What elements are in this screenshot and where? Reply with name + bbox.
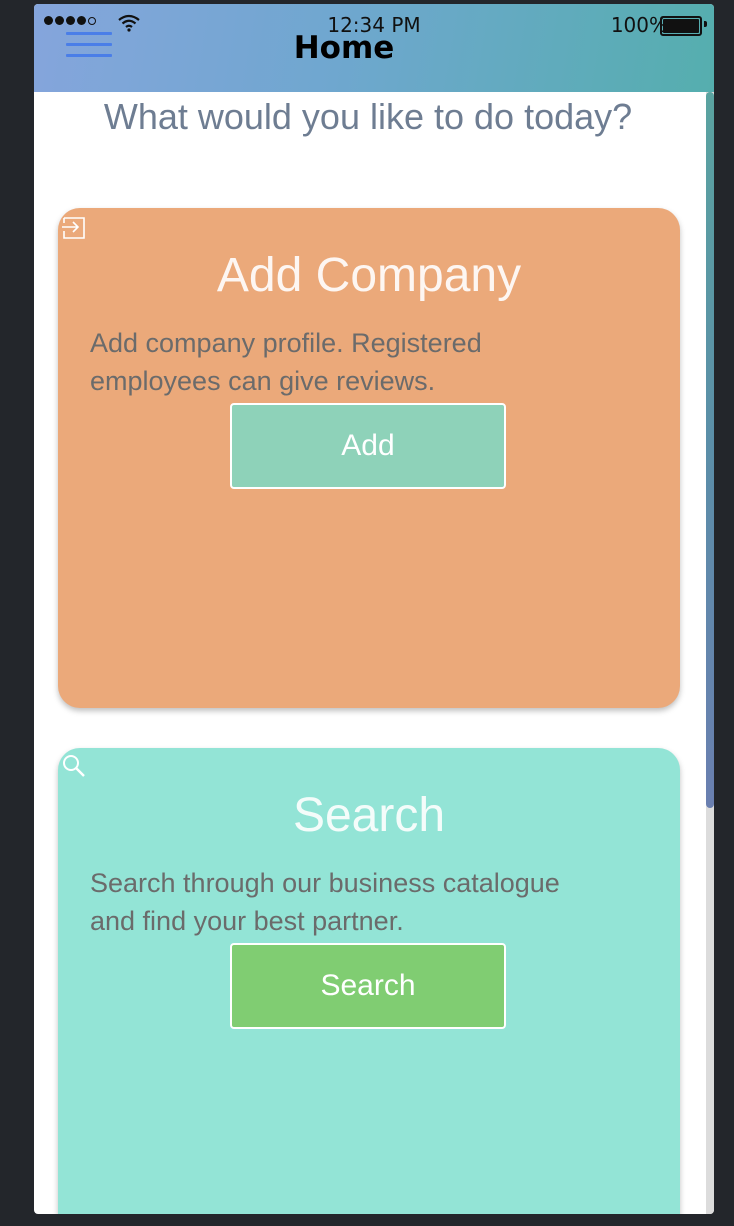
- search-button[interactable]: Search: [230, 943, 506, 1029]
- top-bar: 12:34 PM 100% Home: [34, 4, 714, 92]
- battery-nub: [704, 21, 707, 27]
- main-content[interactable]: What would you like to do today? Add Com…: [34, 92, 714, 1214]
- add-button[interactable]: Add: [230, 403, 506, 489]
- login-arrow-icon: [62, 217, 85, 239]
- page-title: Home: [293, 30, 395, 66]
- card-title: Add Company: [216, 249, 522, 302]
- prompt-heading: What would you like to do today?: [103, 96, 633, 137]
- phone-screen: 12:34 PM 100% Home What would you like t…: [34, 4, 714, 1214]
- add-company-card: Add Company Add company profile. Registe…: [58, 208, 680, 708]
- battery-icon: [660, 16, 702, 36]
- card-title: Search: [292, 789, 446, 842]
- card-description: Add company profile. Registered employee…: [90, 328, 482, 396]
- search-card: Search Search through our business catal…: [58, 748, 680, 1214]
- search-icon: [63, 755, 85, 777]
- scrollbar-thumb[interactable]: [706, 92, 714, 808]
- card-description: Search through our business catalogue an…: [90, 868, 560, 936]
